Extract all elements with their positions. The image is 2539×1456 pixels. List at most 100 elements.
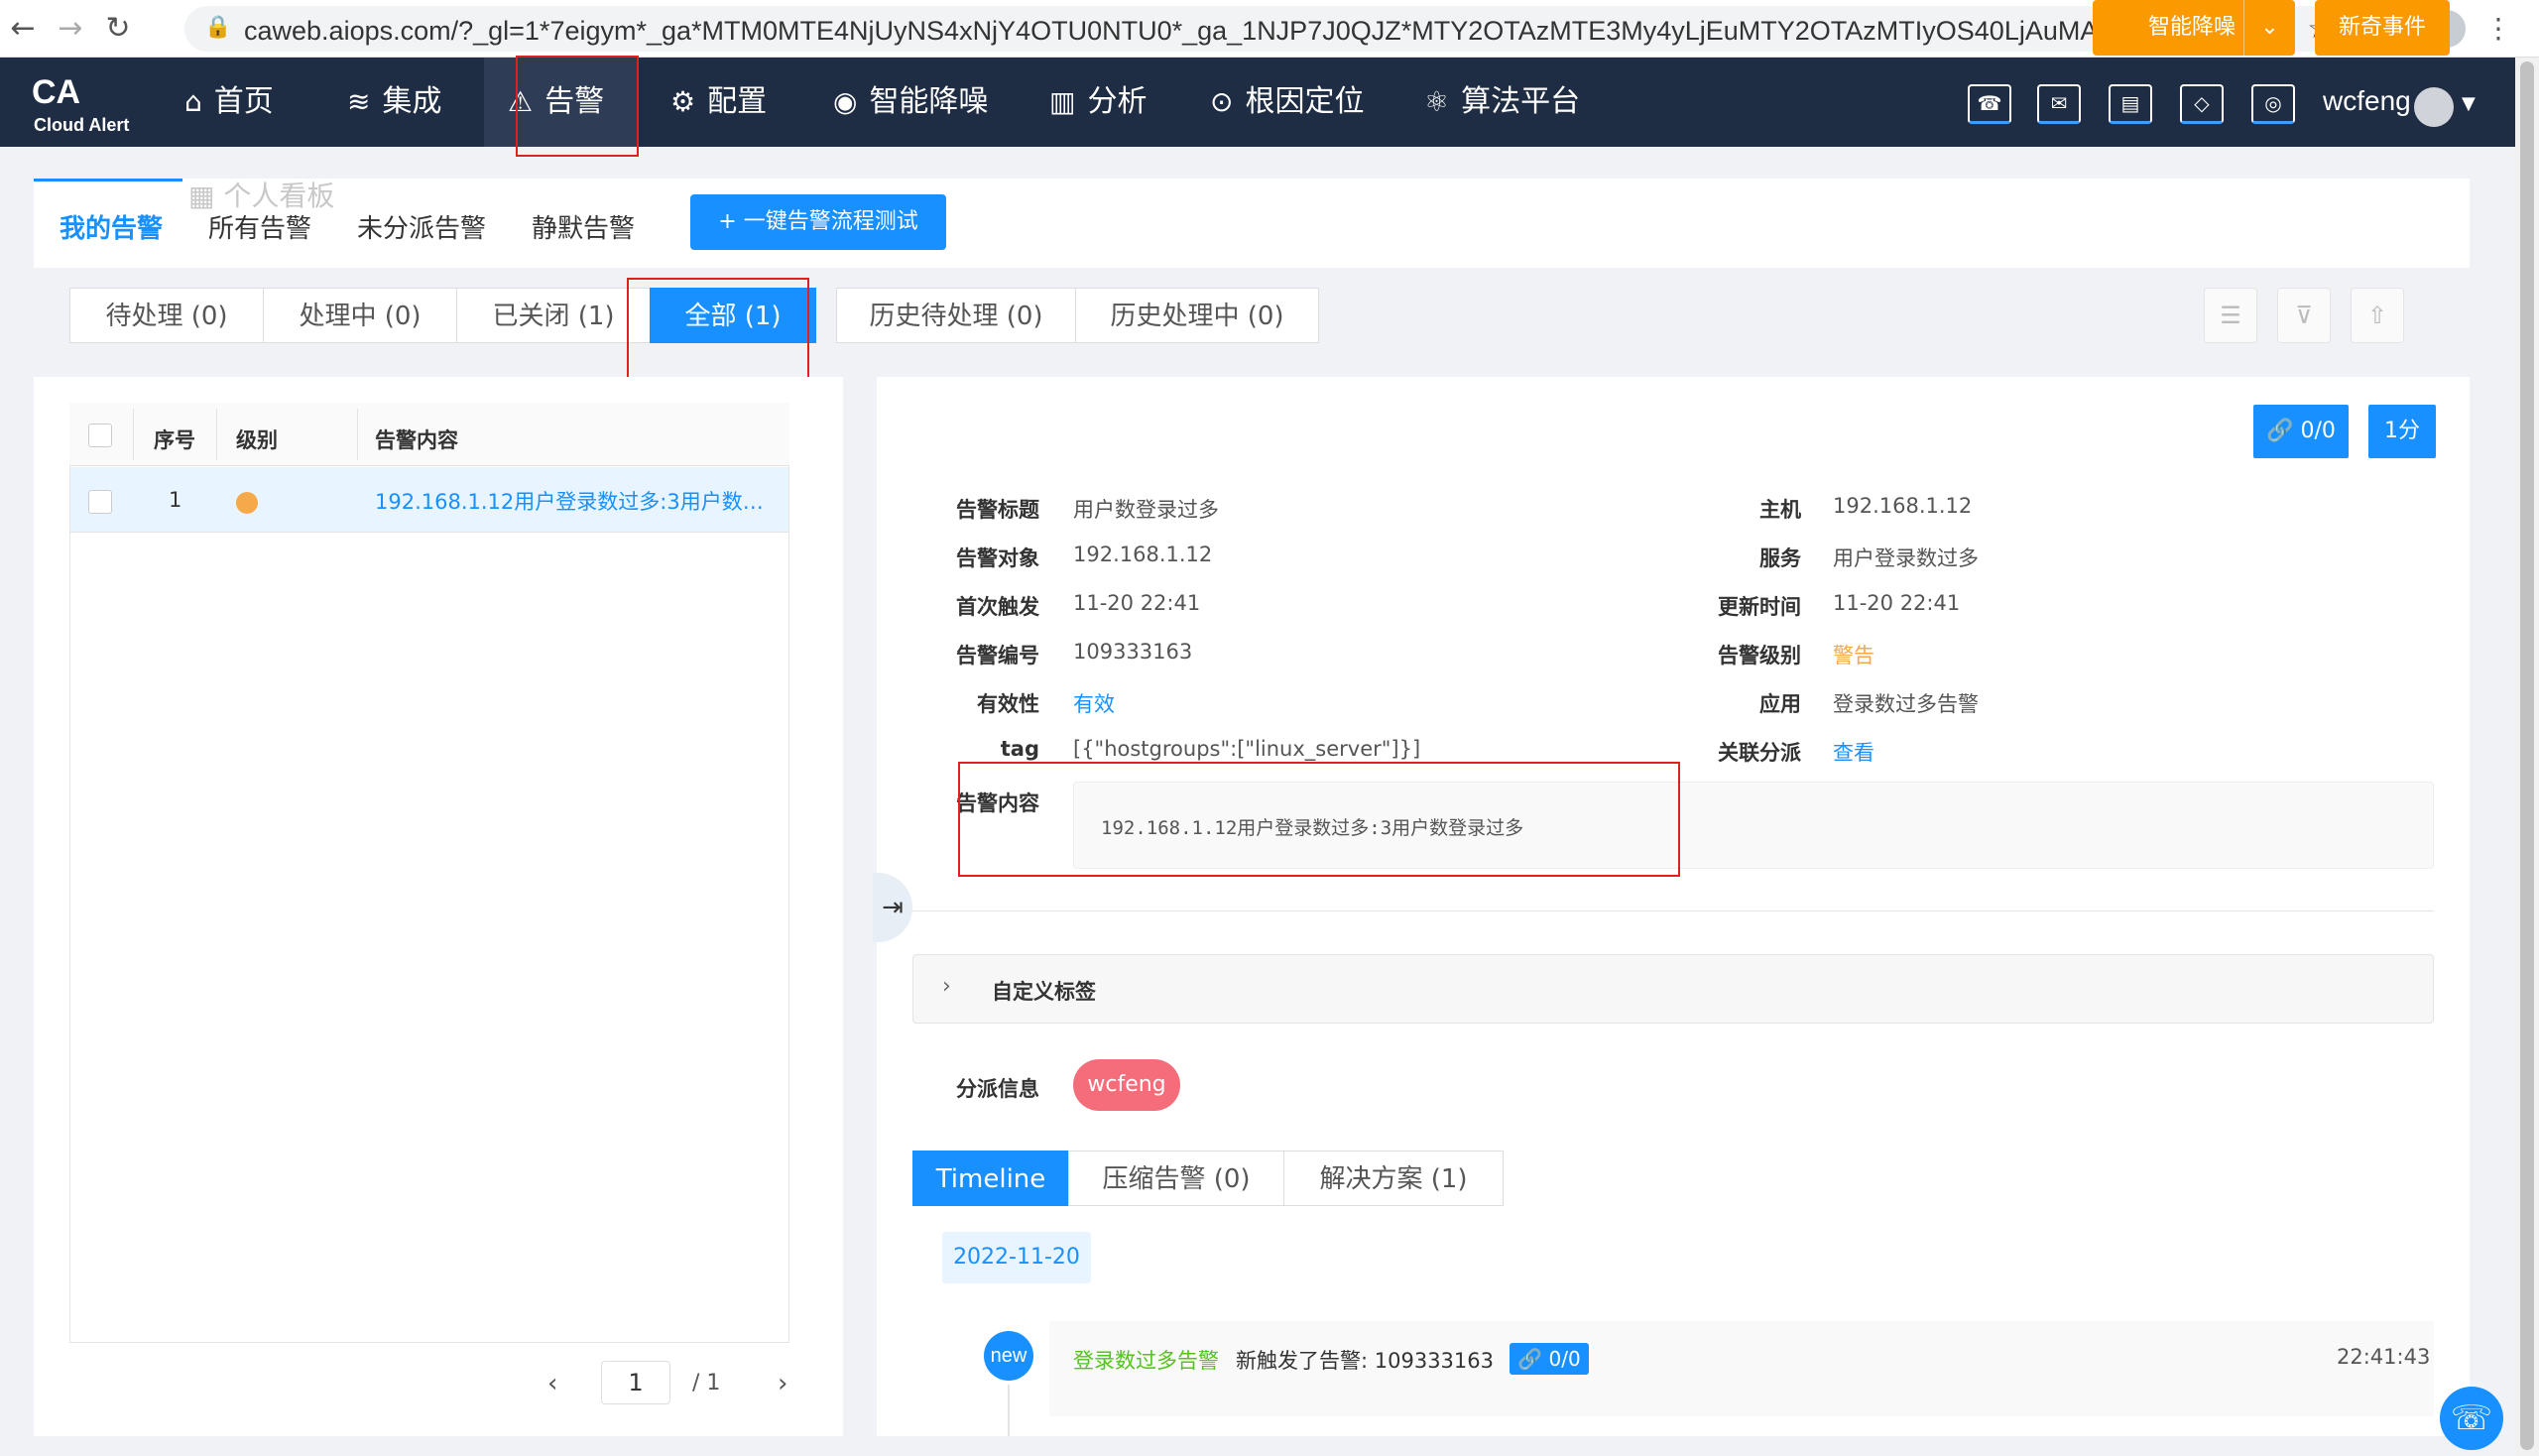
field-value-update-time: 11-20 22:41 bbox=[1833, 591, 1961, 615]
diamond-icon[interactable]: ◇ bbox=[2180, 84, 2224, 124]
timeline-line bbox=[1008, 1385, 1010, 1436]
row-checkbox[interactable] bbox=[88, 490, 112, 514]
nav-home[interactable]: ⌂ 首页 bbox=[184, 58, 274, 147]
address-bar[interactable]: 🔒 caweb.aiops.com/?_gl=1*7eigym*_ga*MTM0… bbox=[184, 6, 2347, 52]
tab-solutions[interactable]: 解决方案 (1) bbox=[1283, 1151, 1504, 1206]
alarm-flow-test-button[interactable]: + 一键告警流程测试 bbox=[690, 194, 946, 250]
forward-icon[interactable]: → bbox=[52, 10, 89, 48]
level-warning-dot bbox=[236, 492, 258, 514]
event-app-name[interactable]: 登录数过多告警 bbox=[1073, 1345, 1219, 1375]
field-label-service: 服务 bbox=[1759, 546, 1801, 570]
nav-analysis[interactable]: ▥ 分析 bbox=[1049, 58, 1147, 147]
tab-compressed-alarms[interactable]: 压缩告警 (0) bbox=[1068, 1151, 1284, 1206]
field-value-service: 用户登录数过多 bbox=[1833, 546, 1979, 570]
highlight-box-content bbox=[958, 762, 1680, 877]
link-icon: 🔗 bbox=[1517, 1347, 1543, 1371]
select-all-checkbox[interactable] bbox=[88, 424, 112, 447]
nav-algorithm[interactable]: ⚛ 算法平台 bbox=[1424, 58, 1580, 147]
nav-config[interactable]: ⚙ 配置 bbox=[670, 58, 767, 147]
link-icon: 🔗 bbox=[2266, 419, 2294, 443]
column-separator bbox=[357, 409, 358, 460]
nav-noise-reduction[interactable]: ◉ 智能降噪 bbox=[833, 58, 988, 147]
alarm-list-table bbox=[69, 403, 789, 1343]
page-scrollbar-thumb[interactable] bbox=[2520, 61, 2534, 1450]
menu-kebab-icon[interactable]: ⋮ bbox=[2479, 10, 2517, 48]
column-header-index: 序号 bbox=[154, 428, 195, 452]
page-input[interactable]: 1 bbox=[601, 1361, 670, 1404]
field-label-tag: tag bbox=[1000, 737, 1039, 761]
field-label-update-time: 更新时间 bbox=[1718, 595, 1801, 619]
field-value-first-trigger: 11-20 22:41 bbox=[1073, 591, 1201, 615]
tab-my-alarms[interactable]: 我的告警 bbox=[60, 208, 163, 245]
status-tab-history-processing[interactable]: 历史处理中 (0) bbox=[1075, 288, 1319, 343]
status-tab-pending[interactable]: 待处理 (0) bbox=[69, 288, 264, 343]
filter-clear-icon[interactable]: ⊽ bbox=[2277, 288, 2331, 343]
logo-subtitle: Cloud Alert bbox=[34, 115, 130, 135]
duration-button[interactable]: 1分 bbox=[2368, 405, 2436, 458]
tab-silenced-alarms[interactable]: 静默告警 bbox=[532, 208, 635, 245]
gear-icon: ⚙ bbox=[670, 85, 696, 118]
noise-icon: ◉ bbox=[833, 85, 858, 118]
link-count-button[interactable]: 🔗 0/0 bbox=[2253, 405, 2349, 458]
export-icon[interactable]: ⇧ bbox=[2351, 288, 2404, 343]
url-text[interactable]: caweb.aiops.com/?_gl=1*7eigym*_ga*MTM0MT… bbox=[244, 16, 2202, 47]
home-icon: ⌂ bbox=[184, 85, 202, 118]
row-index: 1 bbox=[169, 488, 182, 512]
new-badge: new bbox=[984, 1331, 1033, 1381]
status-tab-processing[interactable]: 处理中 (0) bbox=[263, 288, 457, 343]
column-header-content: 告警内容 bbox=[375, 428, 458, 452]
lock-icon: 🔒 bbox=[204, 15, 232, 40]
tab-timeline[interactable]: Timeline bbox=[912, 1151, 1069, 1206]
algorithm-icon: ⚛ bbox=[1424, 85, 1450, 118]
nav-root-cause[interactable]: ⊙ 根因定位 bbox=[1210, 58, 1364, 147]
field-label-object: 告警对象 bbox=[956, 546, 1039, 570]
timeline-date: 2022-11-20 bbox=[942, 1232, 1091, 1283]
novel-event-button[interactable]: 新奇事件 bbox=[2315, 0, 2450, 56]
back-icon[interactable]: ← bbox=[4, 10, 42, 48]
inbox-icon[interactable]: ✉ bbox=[2037, 84, 2081, 124]
chart-icon: ▥ bbox=[1049, 85, 1076, 118]
tab-all-alarms[interactable]: 所有告警 bbox=[208, 208, 311, 245]
field-label-host: 主机 bbox=[1759, 498, 1801, 522]
field-label-assign: 分派信息 bbox=[956, 1077, 1039, 1101]
assignee-tag[interactable]: wcfeng bbox=[1073, 1059, 1180, 1111]
status-tab-history-pending[interactable]: 历史待处理 (0) bbox=[836, 288, 1076, 343]
nav-integration[interactable]: ≋ 集成 bbox=[347, 58, 441, 147]
layers-icon: ≋ bbox=[347, 85, 371, 118]
smart-noise-dropdown[interactable]: ⌄ bbox=[2243, 0, 2295, 56]
prev-page-icon[interactable]: ‹ bbox=[547, 1369, 557, 1398]
user-name[interactable]: wcfeng bbox=[2323, 85, 2411, 117]
target-icon: ⊙ bbox=[1210, 85, 1234, 118]
headset-icon[interactable]: ☎ bbox=[1968, 84, 2011, 124]
filter-settings-icon[interactable]: ☰ bbox=[2204, 288, 2257, 343]
field-label-title: 告警标题 bbox=[956, 498, 1039, 522]
view-related-link[interactable]: 查看 bbox=[1833, 737, 1874, 767]
field-label-validity: 有效性 bbox=[977, 692, 1039, 716]
field-value-tag: [{"hostgroups":["linux_server"]}] bbox=[1073, 737, 1421, 761]
event-text: 新触发了告警: 109333163 bbox=[1236, 1349, 1494, 1373]
help-chat-icon[interactable]: ☏ bbox=[2440, 1387, 2503, 1450]
tab-unassigned-alarms[interactable]: 未分派告警 bbox=[357, 208, 486, 245]
globe-icon[interactable]: ◎ bbox=[2251, 84, 2295, 124]
field-value-app: 登录数过多告警 bbox=[1833, 692, 1979, 716]
section-divider bbox=[912, 910, 2434, 911]
chevron-right-icon[interactable]: › bbox=[942, 974, 951, 999]
user-avatar[interactable] bbox=[2414, 87, 2454, 127]
next-page-icon[interactable]: › bbox=[778, 1369, 787, 1398]
field-value-validity[interactable]: 有效 bbox=[1073, 688, 1115, 718]
reload-icon[interactable]: ↻ bbox=[99, 10, 137, 48]
chevron-down-icon[interactable]: ▼ bbox=[2462, 93, 2476, 114]
field-value-alarm-id: 109333163 bbox=[1073, 640, 1193, 664]
column-header-level: 级别 bbox=[236, 428, 278, 452]
field-label-first-trigger: 首次触发 bbox=[956, 595, 1039, 619]
row-alarm-content[interactable]: 192.168.1.12用户登录数过多:3用户数登录过多 bbox=[375, 486, 772, 516]
field-value-object: 192.168.1.12 bbox=[1073, 543, 1213, 566]
book-icon[interactable]: ▤ bbox=[2109, 84, 2152, 124]
logo[interactable]: CA bbox=[32, 73, 80, 112]
status-tab-closed[interactable]: 已关闭 (1) bbox=[456, 288, 651, 343]
field-label-related-assign: 关联分派 bbox=[1718, 741, 1801, 765]
custom-tags-title[interactable]: 自定义标签 bbox=[992, 976, 1096, 1006]
chevron-down-icon: ⌄ bbox=[2260, 15, 2279, 40]
custom-tags-panel[interactable] bbox=[912, 954, 2434, 1024]
event-link-count[interactable]: 🔗 0/0 bbox=[1510, 1343, 1589, 1375]
